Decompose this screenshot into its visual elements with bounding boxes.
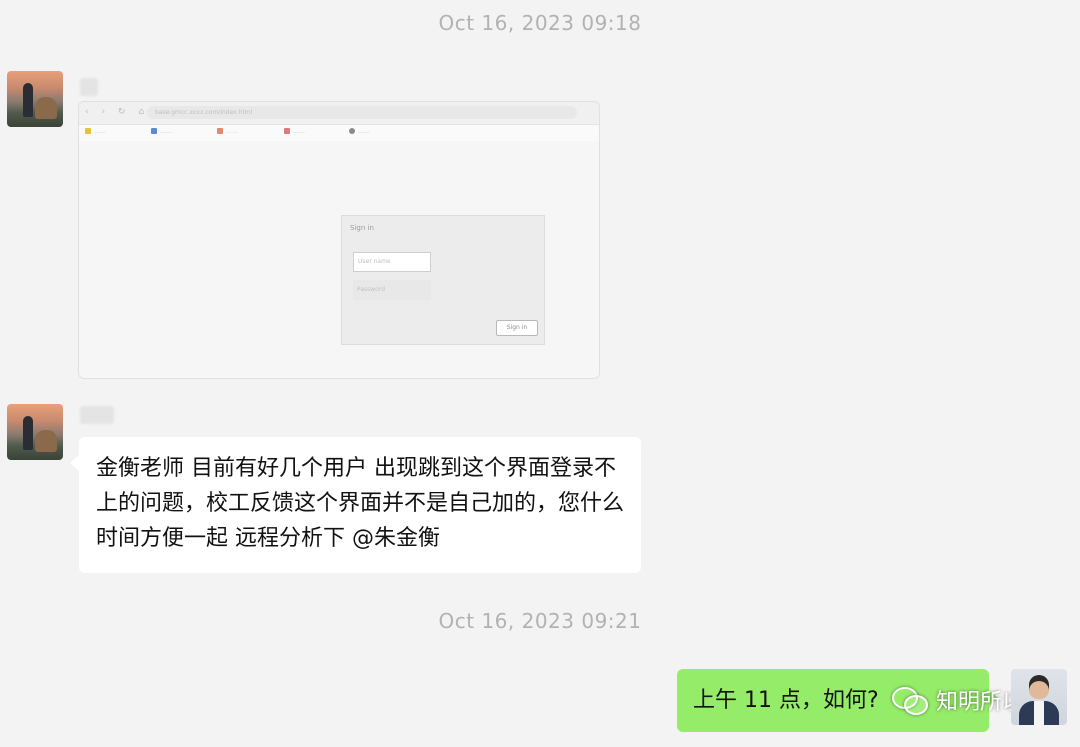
signin-button: Sign in [496, 320, 538, 336]
message-text: 金衡老师 目前有好几个用户 出现跳到这个界面登录不上的问题，校工反馈这个界面并不… [96, 456, 625, 551]
login-title: Sign in [350, 224, 374, 232]
password-field: Password [353, 280, 431, 300]
contact-avatar[interactable] [7, 71, 63, 127]
avatar-head [1029, 675, 1049, 699]
bookmark-item: …… [85, 128, 106, 135]
avatar-dog [35, 97, 57, 119]
sender-name-redacted [80, 406, 114, 424]
bookmark-item: …… [151, 128, 172, 135]
watermark: 知明所以 [892, 682, 1024, 718]
message-text: 上午 11 点，如何? [693, 688, 879, 713]
avatar-shirt [1034, 701, 1044, 725]
wechat-logo-icon [892, 685, 928, 715]
image-message[interactable]: ‹ › ↻ ⌂ base.gmcc.xxxx.com/index.html ……… [78, 101, 600, 379]
browser-nav-icons: ‹ › ↻ ⌂ [85, 107, 150, 117]
avatar-figure [23, 83, 33, 117]
bookmark-item: …… [284, 128, 305, 135]
self-avatar[interactable] [1011, 669, 1067, 725]
avatar-dog [35, 430, 57, 452]
browser-address-bar: base.gmcc.xxxx.com/index.html [147, 106, 577, 119]
incoming-message-bubble[interactable]: 金衡老师 目前有好几个用户 出现跳到这个界面登录不上的问题，校工反馈这个界面并不… [70, 437, 641, 573]
timestamp: Oct 16, 2023 09:21 [438, 609, 642, 633]
contact-avatar[interactable] [7, 404, 63, 460]
browser-toolbar: ‹ › ↻ ⌂ base.gmcc.xxxx.com/index.html [79, 102, 599, 125]
username-field: User name [353, 252, 431, 272]
bookmark-item: …… [349, 128, 370, 135]
bookmark-item: …… [217, 128, 238, 135]
bookmarks-bar: …… …… …… …… …… [79, 125, 599, 141]
timestamp: Oct 16, 2023 09:18 [438, 11, 642, 35]
sender-name-redacted [80, 78, 98, 96]
login-panel: Sign in User name Password Sign in [341, 215, 545, 345]
avatar-figure [23, 416, 33, 450]
